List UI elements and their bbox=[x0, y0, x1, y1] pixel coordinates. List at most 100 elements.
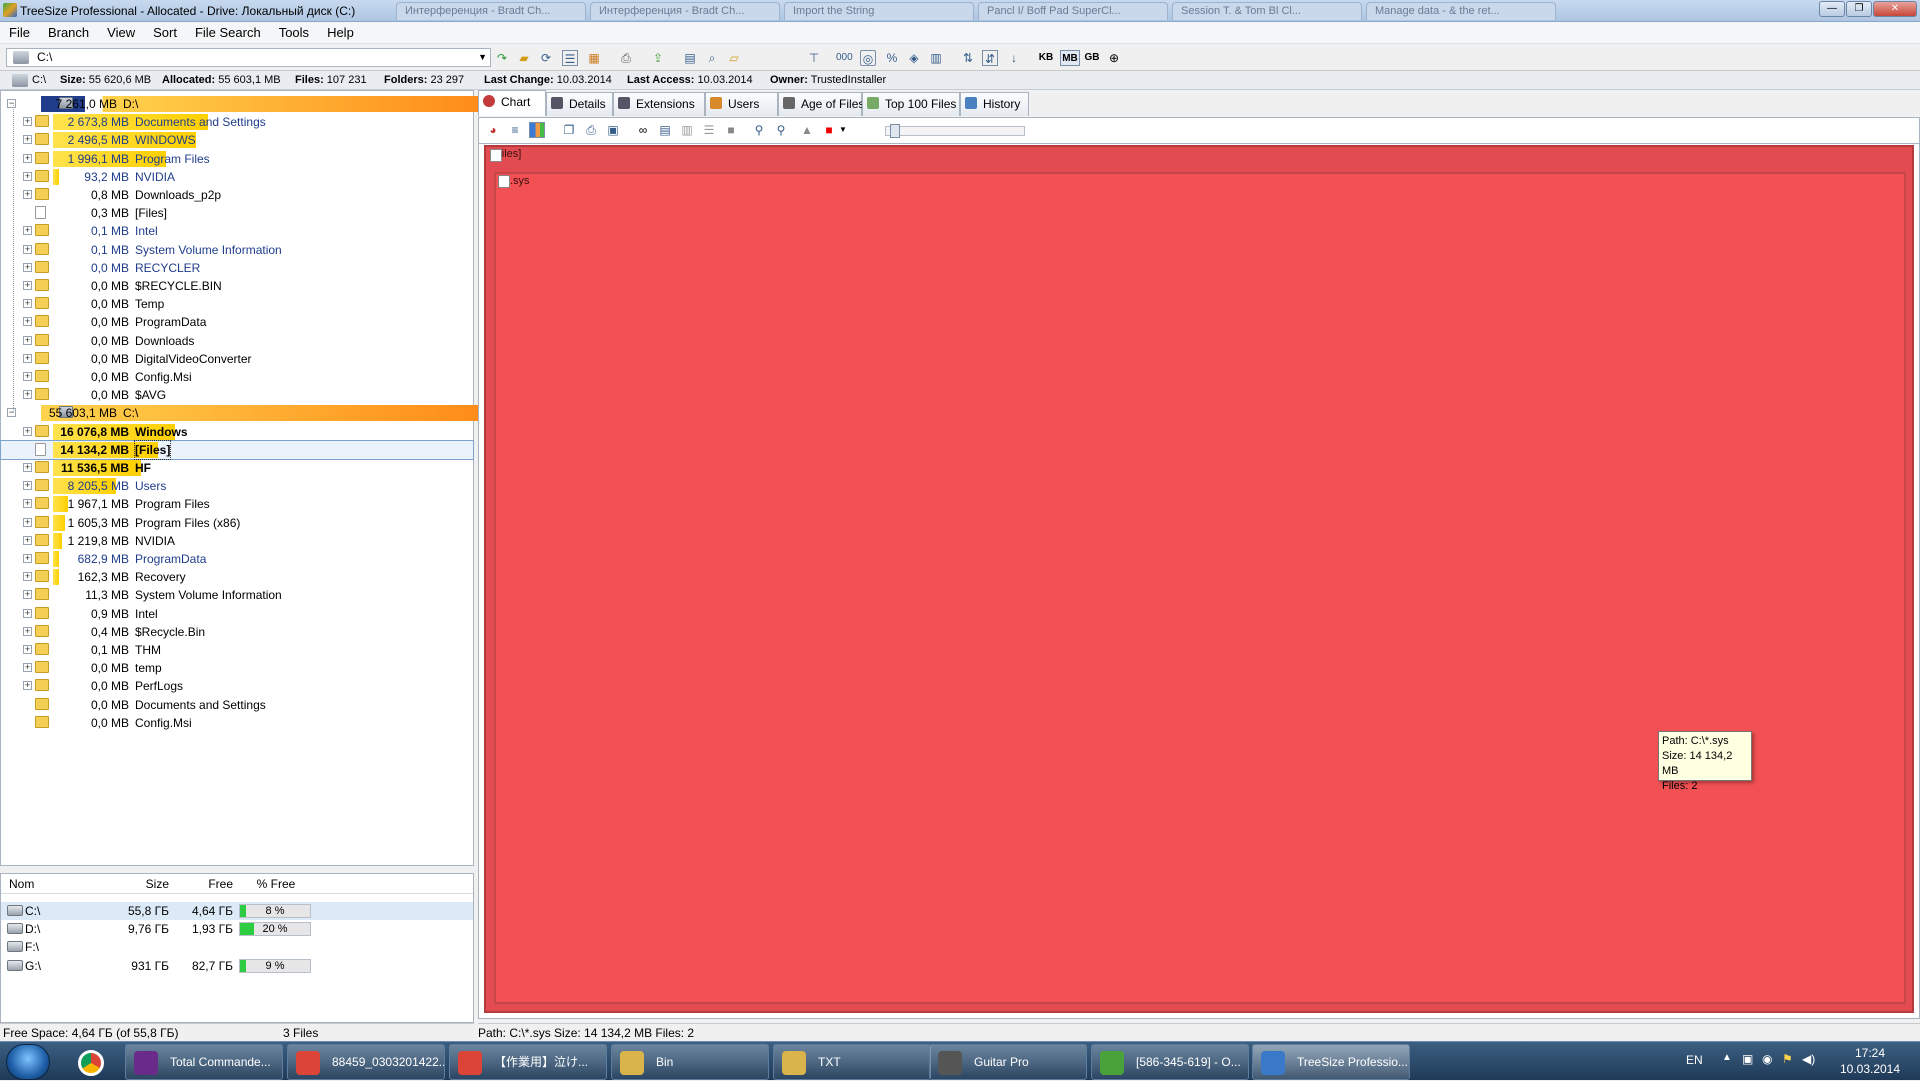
menu-file-search[interactable]: File Search bbox=[186, 25, 270, 40]
tree-row[interactable]: +11 536,5 MB HF bbox=[1, 459, 473, 477]
sort-size-icon[interactable]: ⇵ bbox=[982, 50, 998, 66]
sort-az-icon[interactable]: ⇅ bbox=[960, 50, 976, 66]
taskbar-item[interactable]: 【作業用】泣け... bbox=[449, 1044, 607, 1080]
network-tray-icon[interactable]: ▣ bbox=[1742, 1052, 1753, 1066]
depth-slider[interactable] bbox=[885, 124, 1025, 138]
menu-tools[interactable]: Tools bbox=[270, 25, 318, 40]
taskbar-item[interactable]: Bin bbox=[611, 1044, 769, 1080]
column-header-free[interactable]: Free bbox=[171, 874, 233, 894]
folder-tree[interactable]: − 7 261,0 MB D:\ +2 673,8 MB Documents and S… bbox=[0, 90, 479, 866]
browser-tab[interactable]: Pancl I/ Boff Pad SuperCl... bbox=[978, 1, 1168, 20]
expand-toggle-icon[interactable]: + bbox=[23, 262, 32, 272]
number-icon[interactable]: 000 bbox=[836, 50, 853, 66]
zoom-in-icon[interactable]: ⚲ bbox=[751, 122, 767, 138]
maximize-button[interactable]: ❐ bbox=[1846, 1, 1872, 17]
browser-tab[interactable]: Интерференция - Bradt Ch... bbox=[396, 1, 586, 20]
color-dropdown-icon[interactable]: ▼ bbox=[835, 122, 851, 138]
drive-list[interactable]: Nom Size Free % Free C:\ 55,8 ГБ 4,64 ГБ 8 … bbox=[0, 873, 474, 1023]
tree-row[interactable]: +0,0 MB RECYCLER bbox=[1, 259, 473, 277]
expand-toggle-icon[interactable]: − bbox=[7, 99, 16, 108]
browser-tab[interactable]: Session T. & Tom Bl Cl... bbox=[1172, 1, 1362, 20]
expand-toggle-icon[interactable]: + bbox=[23, 335, 32, 345]
expand-toggle-icon[interactable]: + bbox=[23, 663, 32, 673]
browser-tab[interactable]: Интерференция - Bradt Ch... bbox=[590, 1, 780, 20]
tree-icon[interactable]: ⊤ bbox=[806, 50, 822, 66]
menu-branch[interactable]: Branch bbox=[39, 25, 98, 40]
tab-age-of-files[interactable]: Age of Files bbox=[778, 92, 864, 116]
expand-toggle-icon[interactable]: + bbox=[23, 535, 32, 545]
tree-row[interactable]: +11,3 MB System Volume Information bbox=[1, 586, 473, 604]
binoculars-icon[interactable]: ∞ bbox=[635, 122, 651, 138]
expand-toggle-icon[interactable]: + bbox=[23, 390, 32, 400]
tree-row[interactable]: +0,0 MB $AVG bbox=[1, 386, 473, 404]
unit-gb-button[interactable]: GB bbox=[1084, 50, 1100, 66]
taskbar-item[interactable]: TreeSize Professio... bbox=[1252, 1044, 1410, 1080]
expand-toggle-icon[interactable]: + bbox=[23, 626, 32, 636]
expand-toggle-icon[interactable]: + bbox=[23, 190, 32, 199]
tree-row[interactable]: +1 605,3 MB Program Files (x86) bbox=[1, 514, 473, 532]
close-button[interactable]: ✕ bbox=[1873, 1, 1917, 17]
expand-toggle-icon[interactable]: + bbox=[23, 353, 32, 363]
tree-row[interactable]: +1 219,8 MB NVIDIA bbox=[1, 532, 473, 550]
tree-row[interactable]: +1 996,1 MB Program Files bbox=[1, 150, 473, 168]
tab-extensions[interactable]: Extensions bbox=[613, 92, 705, 116]
expand-toggle-icon[interactable]: + bbox=[23, 117, 32, 127]
tree-row[interactable]: 0,0 MB Documents and Settings bbox=[1, 696, 473, 714]
expand-icon[interactable]: ☰ bbox=[562, 50, 578, 66]
copy-icon[interactable]: ❐ bbox=[561, 122, 577, 138]
percent-icon[interactable]: % bbox=[884, 50, 900, 66]
unit-mb-button[interactable]: MB bbox=[1060, 50, 1080, 66]
grid-icon[interactable]: ▥ bbox=[679, 122, 695, 138]
tree-row[interactable]: +0,0 MB temp bbox=[1, 659, 473, 677]
browser-tab[interactable]: Manage data - & the ret... bbox=[1366, 1, 1556, 20]
treemap-block-sys[interactable] bbox=[494, 172, 1906, 1004]
tree-row[interactable]: +1 967,1 MB Program Files bbox=[1, 495, 473, 513]
expand-toggle-icon[interactable]: + bbox=[23, 554, 32, 563]
drive-row[interactable]: G:\ 931 ГБ 82,7 ГБ 9 % bbox=[1, 957, 473, 975]
tree-row[interactable]: +2 673,8 MB Documents and Settings bbox=[1, 113, 473, 131]
expand-toggle-icon[interactable]: + bbox=[23, 463, 32, 472]
tree-row[interactable]: 0,3 MB [Files] bbox=[1, 204, 473, 222]
save-icon[interactable]: ▣ bbox=[605, 122, 621, 138]
drive-row[interactable]: C:\ 55,8 ГБ 4,64 ГБ 8 % bbox=[1, 902, 473, 920]
tree-row[interactable]: +162,3 MB Recovery bbox=[1, 568, 473, 586]
chevron-down-icon[interactable]: ▼ bbox=[478, 49, 487, 66]
tab-users[interactable]: Users bbox=[705, 92, 778, 116]
up-level-icon[interactable]: ▲ bbox=[799, 122, 815, 138]
disk-icon[interactable]: ◎ bbox=[860, 50, 876, 66]
tree-row[interactable]: +0,4 MB $Recycle.Bin bbox=[1, 623, 473, 641]
taskbar-item[interactable]: Total Commande... bbox=[125, 1044, 283, 1080]
expand-toggle-icon[interactable]: + bbox=[23, 135, 32, 145]
tree-row[interactable]: +0,0 MB Config.Msi bbox=[1, 368, 473, 386]
expand-toggle-icon[interactable]: + bbox=[23, 499, 32, 509]
files-icon[interactable]: ◈ bbox=[906, 50, 922, 66]
filter-icon[interactable]: ▦ bbox=[586, 50, 602, 66]
tree-row[interactable]: +0,0 MB Downloads bbox=[1, 332, 473, 350]
search-icon[interactable]: ⌕ bbox=[704, 50, 720, 66]
minimize-button[interactable]: — bbox=[1819, 1, 1845, 17]
open-icon[interactable]: ▱ bbox=[726, 50, 742, 66]
tab-details[interactable]: Details bbox=[546, 92, 613, 116]
drive-row[interactable]: D:\ 9,76 ГБ 1,93 ГБ 20 % bbox=[1, 920, 473, 938]
path-combobox[interactable]: C:\ ▼ bbox=[6, 48, 491, 67]
chart-type-icon[interactable]: ◕ bbox=[485, 122, 501, 138]
menu-file[interactable]: File bbox=[0, 25, 39, 40]
expand-toggle-icon[interactable]: + bbox=[23, 299, 32, 309]
tree-row[interactable]: +0,9 MB Intel bbox=[1, 605, 473, 623]
expand-toggle-icon[interactable]: + bbox=[23, 372, 32, 381]
expand-toggle-icon[interactable]: + bbox=[23, 426, 32, 436]
tab-top-100-files[interactable]: Top 100 Files bbox=[862, 92, 960, 116]
taskbar-item[interactable]: 88459_0303201422... bbox=[287, 1044, 445, 1080]
start-button[interactable] bbox=[6, 1044, 50, 1080]
scan-folder-icon[interactable]: ▰ bbox=[516, 50, 532, 66]
tree-row[interactable]: +16 076,8 MB Windows bbox=[1, 423, 473, 441]
menu-view[interactable]: View bbox=[98, 25, 144, 40]
tree-row[interactable]: +0,0 MB $RECYCLE.BIN bbox=[1, 277, 473, 295]
refresh-icon[interactable]: ↷ bbox=[494, 50, 510, 66]
expand-toggle-icon[interactable]: + bbox=[23, 645, 32, 654]
legend-icon[interactable]: ▤ bbox=[657, 122, 673, 138]
tree-row[interactable]: 0,0 MB Config.Msi bbox=[1, 714, 473, 732]
zoom-out-icon[interactable]: ⚲ bbox=[773, 122, 789, 138]
tree-row[interactable]: −55 603,1 MB C:\ bbox=[1, 404, 479, 422]
column-header-name[interactable]: Nom bbox=[9, 874, 34, 894]
